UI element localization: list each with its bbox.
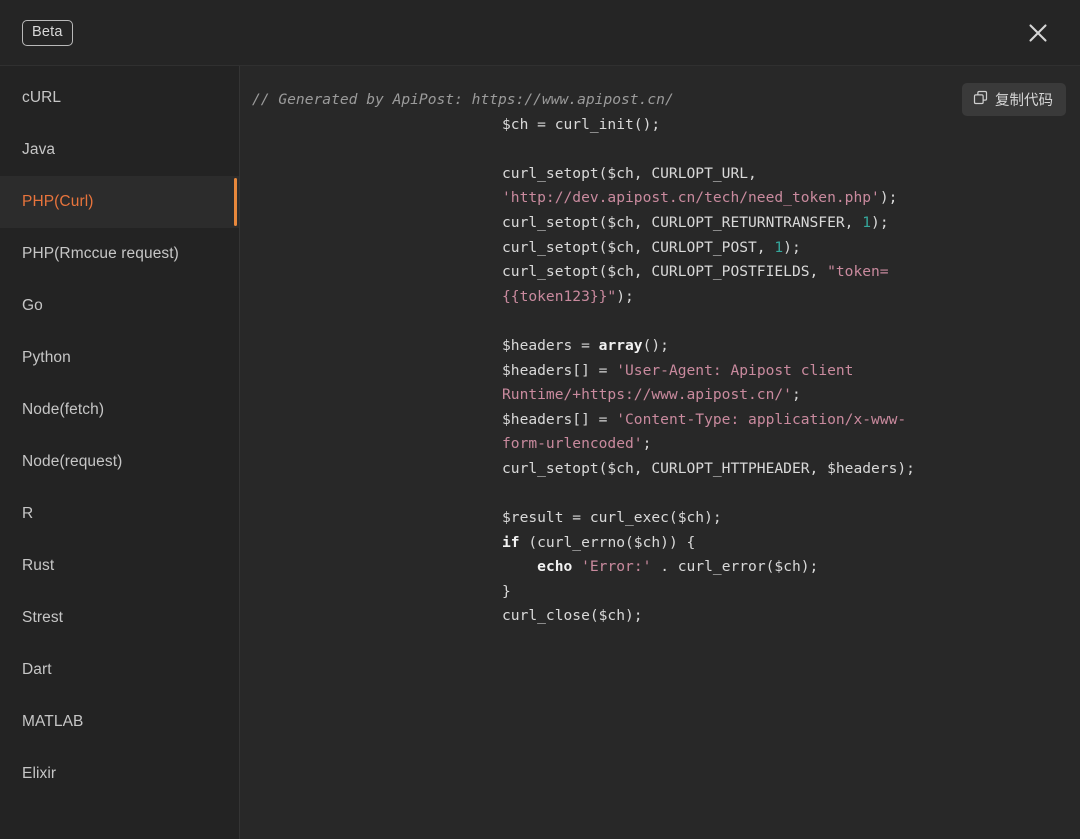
sidebar-item-label: MATLAB <box>22 713 84 730</box>
copy-code-button[interactable]: 复制代码 <box>962 83 1066 116</box>
sidebar-item-label: Rust <box>22 557 55 574</box>
sidebar-item-php-curl[interactable]: PHP(Curl) <box>0 176 239 228</box>
close-button[interactable] <box>1018 13 1058 53</box>
code-token-plain: curl_close($ch); <box>502 607 643 625</box>
sidebar-item-label: Strest <box>22 609 64 626</box>
sidebar-item-rust[interactable]: Rust <box>0 540 239 592</box>
copy-icon <box>973 90 988 109</box>
code-token-plain: curl_setopt($ch, CURLOPT_POSTFIELDS, <box>502 263 828 281</box>
beta-badge[interactable]: Beta <box>22 19 73 46</box>
code-token-plain: curl_setopt($ch, CURLOPT_RETURNTRANSFER, <box>502 213 863 231</box>
code-block[interactable]: // Generated by ApiPost: https://www.api… <box>240 66 1080 669</box>
code-token-plain: ; <box>642 435 652 453</box>
sidebar-item-strest[interactable]: Strest <box>0 592 239 644</box>
copy-code-label: 复制代码 <box>995 93 1053 109</box>
code-token-plain: (); <box>642 336 669 354</box>
code-token-plain: $headers = <box>502 336 599 354</box>
close-icon <box>1026 21 1050 45</box>
code-token-plain: ); <box>871 213 889 231</box>
code-token-plain: } <box>502 582 511 600</box>
code-token-number: 1 <box>862 213 872 231</box>
code-token-plain: . curl_error($ch); <box>651 558 819 576</box>
sidebar-item-label: Node(request) <box>22 453 123 470</box>
code-token-plain: $headers[] = <box>502 361 617 379</box>
code-token-plain: ); <box>616 287 634 305</box>
code-preview-panel[interactable]: 复制代码 // Generated by ApiPost: https://ww… <box>240 66 1080 839</box>
sidebar-item-go[interactable]: Go <box>0 280 239 332</box>
code-token-string: 'Error:' <box>581 558 652 576</box>
sidebar-item-r[interactable]: R <box>0 488 239 540</box>
code-token-string: 'http://dev.apipost.cn/tech/need_token.p… <box>502 189 880 207</box>
sidebar-item-label: PHP(Curl) <box>22 193 94 210</box>
code-token-plain: (curl_errno($ch)) { <box>519 533 696 551</box>
sidebar-item-dart[interactable]: Dart <box>0 644 239 696</box>
modal-header: Beta <box>0 0 1080 66</box>
sidebar-item-php-rmccue-request[interactable]: PHP(Rmccue request) <box>0 228 239 280</box>
code-token-number: 1 <box>774 238 784 256</box>
sidebar-item-elixir[interactable]: Elixir <box>0 748 239 800</box>
code-token-keyword: if <box>502 533 520 551</box>
code-token-plain: curl_setopt($ch, CURLOPT_HTTPHEADER, $he… <box>502 459 915 477</box>
code-token-plain: curl_setopt($ch, CURLOPT_URL, <box>502 164 766 182</box>
sidebar-item-label: R <box>22 505 34 522</box>
sidebar-item-label: cURL <box>22 89 62 106</box>
code-token-plain: ; <box>791 386 801 404</box>
code-token-plain: ); <box>879 189 898 207</box>
code-token-keyword: echo <box>537 558 573 576</box>
code-token-keyword: array <box>598 336 643 354</box>
code-token-comment: // Generated by ApiPost: https://www.api… <box>252 91 674 108</box>
sidebar-item-label: Elixir <box>22 765 57 782</box>
sidebar-item-label: Python <box>22 349 71 366</box>
sidebar-item-matlab[interactable]: MATLAB <box>0 696 239 748</box>
sidebar-item-label: PHP(Rmccue request) <box>22 245 179 262</box>
sidebar-item-label: Go <box>22 297 43 314</box>
language-sidebar[interactable]: cURL Java PHP(Curl) PHP(Rmccue request) Go Py… <box>0 66 240 839</box>
code-token-plain: $ch = curl_init(); <box>502 115 661 133</box>
sidebar-item-label: Dart <box>22 661 52 678</box>
sidebar-item-python[interactable]: Python <box>0 332 239 384</box>
sidebar-item-node-request[interactable]: Node(request) <box>0 436 239 488</box>
code-token-plain: $headers[] = <box>502 410 617 428</box>
code-token-plain: curl_setopt($ch, CURLOPT_POST, <box>502 238 775 256</box>
code-snippet-modal: Beta cURL Java PHP(Curl) PHP(Rmccue request… <box>0 0 1080 839</box>
sidebar-item-node-fetch[interactable]: Node(fetch) <box>0 384 239 436</box>
sidebar-item-label: Node(fetch) <box>22 401 105 418</box>
modal-body: cURL Java PHP(Curl) PHP(Rmccue request) Go Py… <box>0 66 1080 839</box>
sidebar-item-label: Java <box>22 141 56 158</box>
code-token-plain: $result = curl_exec($ch); <box>502 509 722 527</box>
sidebar-item-curl[interactable]: cURL <box>0 72 239 124</box>
sidebar-item-java[interactable]: Java <box>0 124 239 176</box>
code-token-plain: ); <box>783 238 801 256</box>
